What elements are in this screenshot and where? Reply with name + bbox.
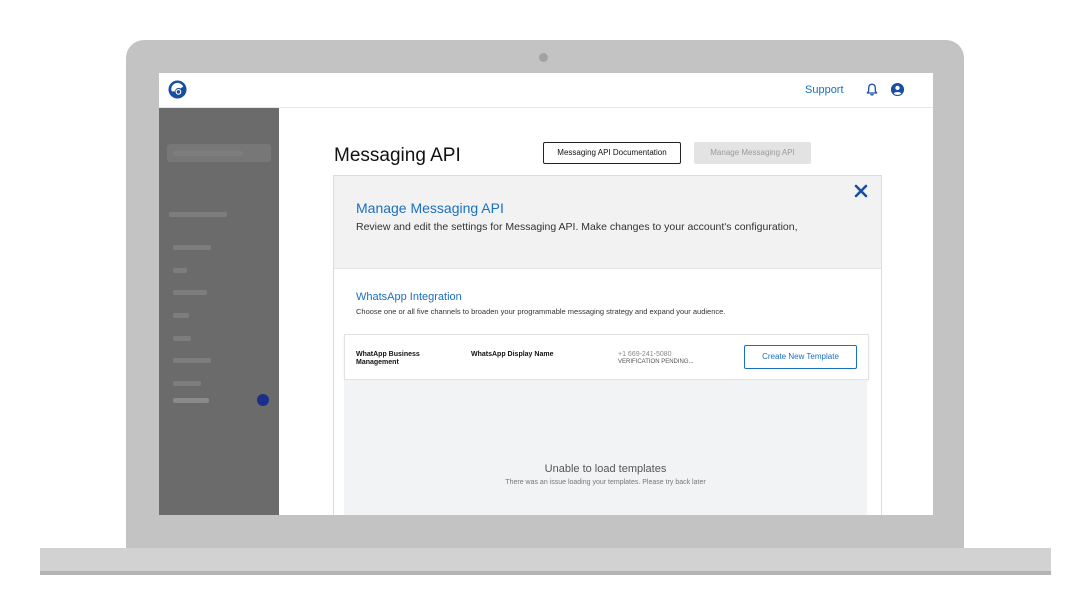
laptop-base-edge bbox=[40, 571, 1051, 575]
app-screen: Support Messaging API Messaging API Docu… bbox=[159, 73, 933, 515]
manage-api-panel: Manage Messaging API Review and edit the… bbox=[333, 175, 882, 515]
display-name-label: WhatsApp Display Name bbox=[471, 351, 554, 358]
templates-error-description: There was an issue loading your template… bbox=[505, 479, 706, 486]
whatsapp-section-title: WhatsApp Integration bbox=[356, 291, 462, 303]
panel-header: Manage Messaging API Review and edit the… bbox=[334, 176, 881, 269]
create-template-button[interactable]: Create New Template bbox=[744, 345, 857, 369]
manage-api-button[interactable]: Manage Messaging API bbox=[694, 142, 811, 164]
sidebar-item[interactable] bbox=[173, 358, 211, 363]
page-title: Messaging API bbox=[334, 145, 461, 166]
sidebar-item[interactable] bbox=[173, 381, 201, 386]
api-documentation-button[interactable]: Messaging API Documentation bbox=[543, 142, 681, 164]
sidebar-item[interactable] bbox=[173, 290, 207, 295]
close-icon[interactable] bbox=[854, 184, 868, 198]
sidebar-item[interactable] bbox=[173, 313, 189, 318]
sidebar-section-heading bbox=[169, 212, 227, 217]
whatsapp-section-description: Choose one or all five channels to broad… bbox=[356, 307, 726, 316]
sidebar-item[interactable] bbox=[173, 336, 191, 341]
webcam bbox=[539, 53, 548, 62]
sidebar-account-text bbox=[173, 151, 243, 156]
templates-error-title: Unable to load templates bbox=[544, 463, 667, 475]
phone-number: +1 669-241-5080 bbox=[618, 351, 672, 358]
sidebar bbox=[159, 108, 279, 515]
laptop-base bbox=[40, 548, 1051, 571]
top-bar: Support bbox=[159, 73, 933, 108]
sidebar-item[interactable] bbox=[173, 268, 187, 273]
sidebar-badge bbox=[257, 394, 269, 406]
sidebar-item[interactable] bbox=[173, 245, 211, 250]
business-management-label: WhatApp Business Management bbox=[356, 351, 420, 366]
templates-area: Unable to load templates There was an is… bbox=[344, 380, 867, 515]
sidebar-item-active[interactable] bbox=[173, 398, 209, 403]
bell-icon[interactable] bbox=[865, 82, 879, 97]
panel-title: Manage Messaging API bbox=[356, 200, 504, 216]
support-link[interactable]: Support bbox=[805, 84, 844, 96]
verification-status: VERIFICATION PENDING... bbox=[618, 359, 694, 365]
user-icon[interactable] bbox=[890, 82, 905, 97]
panel-description: Review and edit the settings for Messagi… bbox=[356, 221, 798, 233]
brand-logo-icon[interactable] bbox=[168, 80, 187, 99]
main-content: Messaging API Messaging API Documentatio… bbox=[279, 108, 933, 515]
whatsapp-account-row: WhatApp Business Management WhatsApp Dis… bbox=[344, 334, 869, 380]
